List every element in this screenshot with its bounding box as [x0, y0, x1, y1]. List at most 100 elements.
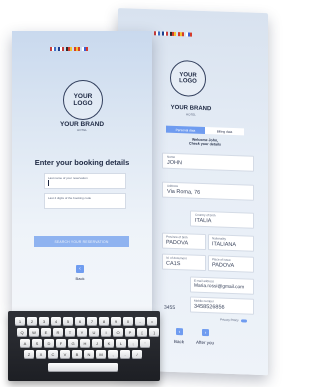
keyboard-key[interactable]: -	[135, 317, 145, 325]
keyboard-key[interactable]: /	[132, 350, 142, 358]
keyboard-key[interactable]: D	[44, 339, 54, 347]
place-of-issue-field[interactable]: Place of issue PADOVA	[208, 255, 254, 273]
keyboard-key[interactable]: A	[20, 339, 30, 347]
keyboard-key[interactable]: 8	[99, 317, 109, 325]
keyboard-key[interactable]: 2	[27, 317, 37, 325]
language-flag-5[interactable]	[82, 47, 88, 51]
keyboard-key[interactable]: ,	[108, 350, 118, 358]
keyboard-key[interactable]: X	[36, 350, 46, 358]
language-flag-2[interactable]	[58, 47, 64, 51]
logo-text-line2: LOGO	[179, 78, 197, 85]
keyboard-row: 1 2 3 4 5 6 7 8 9 0- =	[15, 317, 157, 325]
email-field-value: Maria.rossi@gmail.com	[194, 283, 245, 291]
keyboard-key[interactable]: 0	[123, 317, 133, 325]
keyboard-key[interactable]: L	[116, 339, 126, 347]
language-flag-5[interactable]	[186, 32, 192, 37]
keyboard-key[interactable]: 6	[75, 317, 85, 325]
keyboard-key[interactable]: J	[92, 339, 102, 347]
document-field-value: CA1S	[166, 260, 181, 268]
keyboard-key[interactable]: O	[113, 328, 123, 336]
document-field[interactable]: Id. of document CA1S	[162, 253, 206, 272]
keyboard[interactable]: 1 2 3 4 5 6 7 8 9 0- = Q W E R T Y U I O P[] A S D F G H J K L; ' Z X C V B…	[8, 311, 160, 381]
back-label: Back	[75, 276, 85, 281]
keyboard-key[interactable]: I	[101, 328, 111, 336]
keyboard-key[interactable]: W	[29, 328, 39, 336]
place-field-label: Place of issue	[212, 257, 231, 262]
chevron-left-icon: ‹	[178, 328, 181, 335]
keyboard-key[interactable]: 5	[63, 317, 73, 325]
keyboard-key[interactable]: 4	[51, 317, 61, 325]
document-field-label: Id. of document	[166, 255, 187, 261]
country-field[interactable]: Country of birth ITALIA	[190, 210, 254, 229]
keyboard-key[interactable]: ]	[149, 328, 159, 336]
keyboard-key[interactable]: =	[147, 317, 157, 325]
back-button[interactable]: ‹	[76, 265, 84, 273]
keyboard-spacebar[interactable]	[48, 363, 118, 371]
country-field-label: Country of birth	[195, 212, 216, 218]
keyboard-key[interactable]: Q	[17, 328, 27, 336]
name-field[interactable]: Name JOHN	[162, 152, 254, 172]
keyboard-key[interactable]: Y	[77, 328, 87, 336]
booking-code-input[interactable]: Last 4 digits of the booking code	[44, 193, 126, 209]
keyboard-key[interactable]: K	[104, 339, 114, 347]
nationality-field-label: Nationality	[212, 236, 227, 241]
keyboard-key[interactable]: C	[48, 350, 58, 358]
keyboard-key[interactable]: '	[140, 339, 150, 347]
chevron-left-icon: ‹	[79, 266, 81, 272]
nationality-field[interactable]: Nationality ITALIANA	[208, 234, 254, 252]
keyboard-key[interactable]: U	[89, 328, 99, 336]
keyboard-key[interactable]: E	[41, 328, 51, 336]
language-flag-2[interactable]	[162, 31, 168, 36]
keyboard-key[interactable]: P	[125, 328, 135, 336]
keyboard-key[interactable]: G	[68, 339, 78, 347]
keyboard-key[interactable]: V	[60, 350, 70, 358]
keyboard-key[interactable]: H	[80, 339, 90, 347]
keyboard-key[interactable]: B	[72, 350, 82, 358]
keyboard-key[interactable]: 3	[39, 317, 49, 325]
language-flag-3[interactable]	[66, 47, 72, 51]
tab-billing-data[interactable]: Billing data	[205, 127, 244, 136]
country-field-value: ITALIA	[195, 217, 212, 225]
keyboard-key[interactable]: R	[53, 328, 63, 336]
email-field[interactable]: E-mail address Maria.rossi@gmail.com	[190, 276, 254, 295]
mobile-field-label: Mobile number	[194, 298, 214, 304]
keyboard-key[interactable]: T	[65, 328, 75, 336]
keyboard-key[interactable]: 7	[87, 317, 97, 325]
privacy-toggle-row[interactable]: Privacy Policy	[220, 318, 247, 323]
name-field-label: Name	[167, 154, 176, 159]
last-name-input[interactable]: Last name of your reservation	[44, 173, 126, 189]
keyboard-key[interactable]: S	[32, 339, 42, 347]
keyboard-key[interactable]: Z	[24, 350, 34, 358]
next-nav-button[interactable]: ›	[202, 328, 209, 337]
keyboard-key[interactable]: N	[84, 350, 94, 358]
brand-subtitle: HOTEL	[76, 128, 87, 132]
privacy-label: Privacy Policy	[220, 317, 239, 323]
language-flag-4[interactable]	[178, 32, 184, 37]
next-nav-label: After you	[196, 339, 215, 346]
keyboard-key[interactable]: 9	[111, 317, 121, 325]
province-field[interactable]: Province of birth PADOVA	[162, 232, 206, 251]
keyboard-key[interactable]: M	[96, 350, 106, 358]
address-field[interactable]: Address Via Roma, 76	[162, 181, 254, 201]
language-flags	[50, 47, 88, 51]
province-field-label: Province of birth	[166, 234, 188, 240]
keyboard-key[interactable]: .	[120, 350, 130, 358]
phone-prefix: 3455	[164, 304, 176, 311]
keyboard-key[interactable]: F	[56, 339, 66, 347]
language-flag-4[interactable]	[74, 47, 80, 51]
language-flag-1[interactable]	[50, 47, 56, 51]
mobile-field[interactable]: Mobile number 3458526856	[190, 296, 254, 315]
page-title: Enter your booking details	[34, 158, 130, 167]
keyboard-key[interactable]: [	[137, 328, 147, 336]
address-field-value: Via Roma, 76	[167, 188, 201, 196]
tab-personal-data[interactable]: Personal data	[166, 125, 205, 135]
nationality-field-value: ITALIANA	[212, 241, 237, 249]
language-flag-3[interactable]	[170, 31, 176, 37]
keyboard-key[interactable]: ;	[128, 339, 138, 347]
privacy-toggle[interactable]	[240, 318, 247, 322]
booking-code-placeholder: Last 4 digits of the booking code	[48, 196, 92, 200]
keyboard-row: A S D F G H J K L; '	[20, 339, 150, 347]
search-reservation-button[interactable]: SEARCH YOUR RESERVATION	[34, 236, 129, 247]
keyboard-key[interactable]: 1	[15, 317, 25, 325]
back-nav-button[interactable]: ‹	[176, 328, 183, 336]
